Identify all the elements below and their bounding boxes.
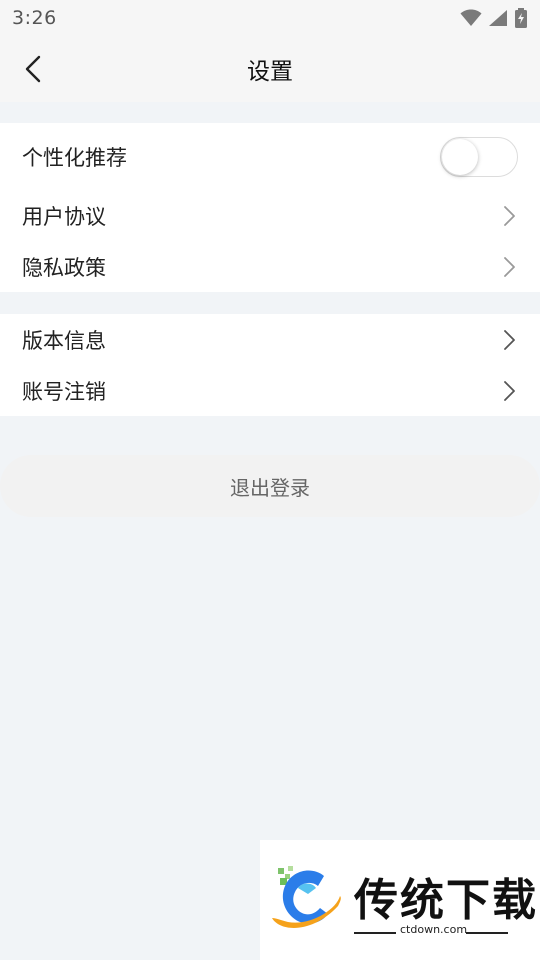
cell-signal-icon [489,10,507,26]
personalized-recommendation-label: 个性化推荐 [22,146,127,170]
personalized-recommendation-row: 个性化推荐 [0,132,540,182]
watermark-divider-right [466,932,508,934]
ctdown-logo-icon [272,866,341,928]
logout-button[interactable]: 退出登录 [0,455,540,517]
chevron-right-icon [504,330,515,350]
watermark-title: 传统下载 [354,875,538,926]
chevron-right-icon [504,257,515,277]
chevron-right-icon [504,381,515,401]
watermark-domain: ctdown.com [400,923,468,936]
user-agreement-label: 用户协议 [22,205,106,229]
version-info-row[interactable]: 版本信息 [0,315,540,365]
privacy-policy-row[interactable]: 隐私政策 [0,242,540,292]
status-icons [460,8,528,28]
chevron-left-icon [25,55,41,83]
watermark-divider-left [354,932,396,934]
logout-label: 退出登录 [230,475,310,500]
user-agreement-row[interactable]: 用户协议 [0,191,540,241]
page-title: 设置 [247,59,293,85]
account-cancellation-row[interactable]: 账号注销 [0,366,540,416]
battery-charging-icon [515,8,527,28]
status-time: 3:26 [12,7,57,29]
settings-group-privacy: 个性化推荐 用户协议 隐私政策 [0,123,540,292]
wifi-icon [460,9,482,26]
back-button[interactable] [18,52,48,86]
toggle-knob [442,139,478,175]
chevron-right-icon [504,206,515,226]
privacy-policy-label: 隐私政策 [22,256,106,280]
status-bar: 3:26 [0,0,540,36]
settings-group-account: 版本信息 账号注销 [0,314,540,416]
personalized-recommendation-toggle[interactable] [440,137,518,177]
navigation-bar: 设置 [0,36,540,102]
account-cancellation-label: 账号注销 [22,380,106,404]
version-info-label: 版本信息 [22,329,106,353]
watermark: 传统下载 ctdown.com [260,840,540,960]
